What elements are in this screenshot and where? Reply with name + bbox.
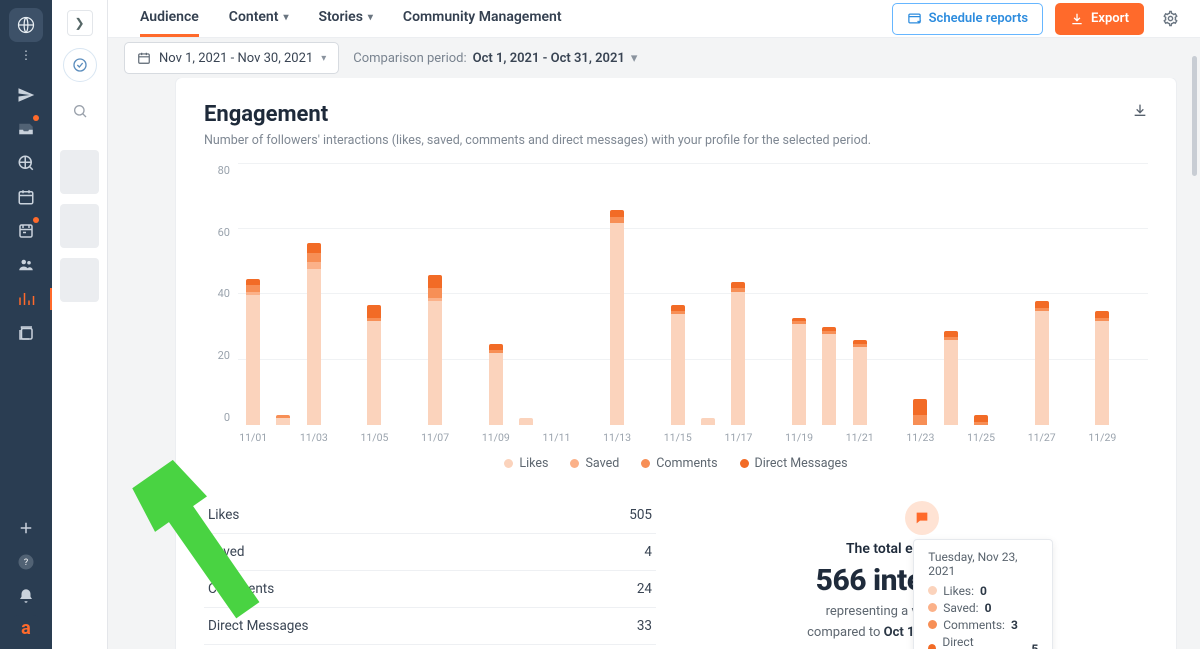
expand-sidebar-button[interactable]: ❯ xyxy=(67,10,93,36)
bar-column[interactable] xyxy=(936,331,966,425)
scrollbar[interactable] xyxy=(1192,56,1197,635)
search-icon[interactable] xyxy=(63,94,97,128)
date-range-picker[interactable]: Nov 1, 2021 - Nov 30, 2021 ▾ xyxy=(124,42,339,74)
card-subtitle: Number of followers' interactions (likes… xyxy=(204,133,871,148)
bar-column[interactable] xyxy=(1027,301,1057,425)
summary-total-row: Total Engagement566 xyxy=(204,645,656,649)
account-column: ❯ xyxy=(52,0,108,649)
export-button[interactable]: Export xyxy=(1055,3,1144,35)
nav-help-icon[interactable]: ? xyxy=(8,547,44,577)
legend-item[interactable]: Direct Messages xyxy=(740,456,848,471)
bar-column[interactable] xyxy=(359,305,389,425)
bar-column[interactable] xyxy=(602,210,632,425)
chart-bars xyxy=(238,164,1148,425)
scrollbar-thumb[interactable] xyxy=(1192,56,1197,176)
legend-item[interactable]: Saved xyxy=(570,456,619,471)
summary-row: Likes505 xyxy=(204,497,656,534)
bar-column[interactable] xyxy=(268,415,298,425)
bar-column[interactable] xyxy=(663,305,693,425)
legend-item[interactable]: Likes xyxy=(504,456,548,471)
schedule-reports-button[interactable]: Schedule reports xyxy=(892,3,1043,35)
bar-column[interactable] xyxy=(814,327,844,425)
tab-content[interactable]: Content▾ xyxy=(229,0,289,37)
nav-globe-icon[interactable] xyxy=(8,148,44,178)
control-bar: Nov 1, 2021 - Nov 30, 2021 ▾ Comparison … xyxy=(108,38,1200,78)
nav-calendar-icon[interactable] xyxy=(8,182,44,212)
bar-column[interactable] xyxy=(481,344,511,425)
settings-icon[interactable] xyxy=(1156,5,1184,33)
chart-y-axis: 806040200 xyxy=(204,164,238,444)
summary-row: Saved4 xyxy=(204,534,656,571)
bar-column[interactable] xyxy=(845,340,875,425)
brand-menu-dots-icon[interactable]: ⋮ xyxy=(20,48,32,62)
account-avatar[interactable] xyxy=(63,48,97,82)
summary-table: Likes505Saved4Comments24Direct Messages3… xyxy=(204,497,656,649)
bar-column[interactable] xyxy=(693,418,723,425)
nav-library-icon[interactable] xyxy=(8,318,44,348)
engagement-card: Engagement Number of followers' interact… xyxy=(176,78,1176,649)
nav-inbox-icon[interactable] xyxy=(8,114,44,144)
comparison-period[interactable]: Comparison period: Oct 1, 2021 - Oct 31,… xyxy=(353,51,637,66)
account-placeholder xyxy=(60,150,99,194)
nav-schedule-icon[interactable] xyxy=(8,216,44,246)
engagement-chart: 806040200 11/0111/0311/0511/0711/0911/11… xyxy=(204,164,1148,444)
bar-column[interactable] xyxy=(299,243,329,425)
brand-logo[interactable] xyxy=(9,8,43,42)
nav-add-icon[interactable] xyxy=(8,513,44,543)
section-tabs: Audience Content▾ Stories▾ Community Man… xyxy=(124,0,562,37)
bar-column[interactable] xyxy=(420,275,450,425)
tab-stories[interactable]: Stories▾ xyxy=(318,0,372,37)
chart-legend: Likes Saved Comments Direct Messages xyxy=(204,456,1148,471)
nav-analytics-icon[interactable] xyxy=(8,284,44,314)
bar-column[interactable] xyxy=(238,279,268,425)
tab-community[interactable]: Community Management xyxy=(403,0,562,37)
engagement-badge-icon xyxy=(905,501,939,535)
bar-column[interactable] xyxy=(905,399,935,425)
card-title: Engagement xyxy=(204,102,871,127)
bar-column[interactable] xyxy=(511,418,541,425)
bar-column[interactable] xyxy=(784,318,814,425)
bar-column[interactable] xyxy=(1087,311,1117,425)
account-placeholder xyxy=(60,204,99,248)
summary-row: Direct Messages33 xyxy=(204,608,656,645)
chart-tooltip: Tuesday, Nov 23, 2021Likes: 0Saved: 0Com… xyxy=(913,539,1053,649)
nav-send-icon[interactable] xyxy=(8,80,44,110)
bar-column[interactable] xyxy=(723,282,753,425)
top-bar: Audience Content▾ Stories▾ Community Man… xyxy=(108,0,1200,38)
main-nav-rail: ⋮ ? a xyxy=(0,0,52,649)
legend-item[interactable]: Comments xyxy=(641,456,717,471)
download-icon[interactable] xyxy=(1132,102,1148,122)
app-logo-icon[interactable]: a xyxy=(13,615,39,641)
svg-text:?: ? xyxy=(24,558,28,568)
tab-audience[interactable]: Audience xyxy=(140,0,199,37)
bar-column[interactable] xyxy=(966,415,996,425)
chart-x-axis: 11/0111/0311/0511/0711/0911/1111/1311/15… xyxy=(238,431,1148,444)
account-placeholder xyxy=(60,258,99,302)
nav-team-icon[interactable] xyxy=(8,250,44,280)
nav-bell-icon[interactable] xyxy=(8,581,44,611)
summary-row: Comments24 xyxy=(204,571,656,608)
